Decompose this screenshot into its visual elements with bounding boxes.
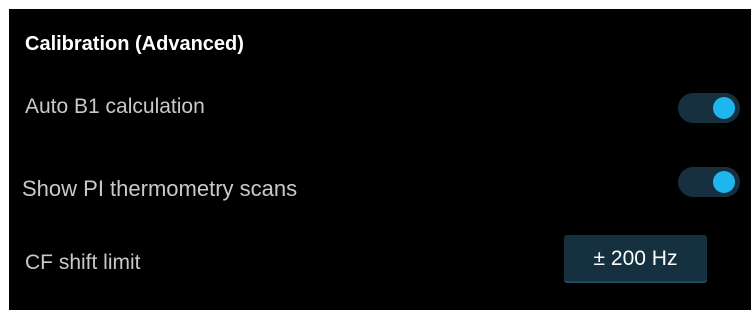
cf-shift-limit-label: CF shift limit [25, 251, 141, 274]
auto-b1-toggle[interactable] [678, 93, 740, 123]
auto-b1-label: Auto B1 calculation [25, 95, 205, 118]
calibration-advanced-panel: Calibration (Advanced) Auto B1 calculati… [9, 9, 751, 310]
pi-thermometry-label: Show PI thermometry scans [22, 176, 298, 201]
toggle-knob [713, 97, 735, 119]
pi-thermometry-toggle[interactable] [678, 167, 740, 197]
toggle-knob [713, 171, 735, 193]
section-title: Calibration (Advanced) [25, 33, 244, 55]
cf-shift-limit-field[interactable]: ± 200 Hz [564, 235, 707, 283]
